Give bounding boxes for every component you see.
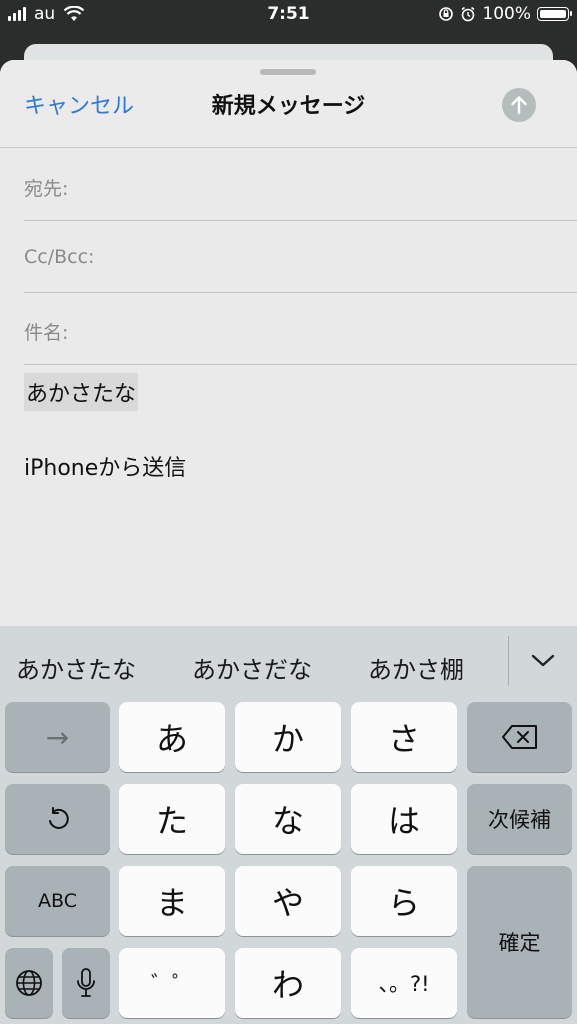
battery-icon	[537, 7, 572, 21]
to-label: 宛先:	[24, 178, 69, 200]
candidate-item[interactable]: あかさだな	[192, 650, 312, 685]
key-label: ABC	[38, 890, 77, 912]
undo-key[interactable]	[5, 784, 110, 854]
key-label: あ	[155, 720, 188, 758]
cc-bcc-field[interactable]: Cc/Bcc:	[24, 220, 577, 293]
arrow-key[interactable]: →	[5, 702, 110, 772]
globe-icon	[16, 970, 42, 996]
dakuten-key[interactable]: ゛゜	[119, 948, 225, 1018]
abc-key[interactable]: ABC	[5, 866, 110, 936]
candidate-item[interactable]: あかさたな	[16, 650, 136, 685]
key-label: わ	[271, 966, 304, 1004]
key-label: 確定	[498, 931, 541, 955]
candidate-bar: あかさたな あかさだな あかさ棚	[0, 626, 577, 698]
microphone-icon	[77, 968, 95, 997]
key-label: や	[271, 884, 304, 922]
key-label: ら	[387, 884, 420, 922]
key-label: な	[271, 802, 304, 840]
cc-bcc-label: Cc/Bcc:	[24, 246, 95, 268]
chevron-down-icon[interactable]	[530, 650, 556, 670]
cancel-button[interactable]: キャンセル	[24, 88, 134, 120]
key-ma[interactable]: ま	[119, 866, 225, 936]
microphone-key[interactable]	[62, 948, 110, 1018]
send-button[interactable]	[502, 88, 536, 122]
signature-text: iPhoneから送信	[24, 456, 187, 481]
key-ha[interactable]: は	[351, 784, 457, 854]
key-label: は	[387, 802, 420, 840]
undo-icon	[48, 807, 69, 829]
subject-field[interactable]: 件名:	[24, 292, 577, 365]
message-body-input[interactable]: あかさたな	[24, 373, 139, 411]
key-a[interactable]: あ	[119, 702, 225, 772]
orientation-lock-icon	[439, 7, 454, 21]
key-label: さ	[387, 720, 420, 758]
key-wa[interactable]: わ	[235, 948, 341, 1018]
arrow-up-icon	[511, 96, 527, 115]
arrow-key-label: →	[45, 720, 70, 754]
keyboard: あかさたな あかさだな あかさ棚 → あ か さ た な は 次候補 ABC ま…	[0, 626, 577, 1024]
globe-key[interactable]	[5, 948, 53, 1018]
punctuation-key[interactable]: 、。?!	[351, 948, 457, 1018]
key-label: ゛゜	[151, 972, 193, 996]
confirm-key[interactable]: 確定	[467, 866, 572, 1018]
delete-icon	[501, 725, 537, 749]
key-label: 、。?!	[378, 972, 430, 996]
next-candidate-key[interactable]: 次候補	[467, 784, 572, 854]
delete-key[interactable]	[467, 702, 572, 772]
status-bar: au 7:51 100%	[0, 0, 577, 30]
key-ta[interactable]: た	[119, 784, 225, 854]
key-na[interactable]: な	[235, 784, 341, 854]
sheet-grabber[interactable]	[260, 69, 316, 75]
candidate-divider	[508, 636, 509, 686]
key-ka[interactable]: か	[235, 702, 341, 772]
compose-nav-bar: 新規メッセージ キャンセル	[0, 60, 577, 148]
to-field[interactable]: 宛先:	[24, 148, 577, 221]
key-ya[interactable]: や	[235, 866, 341, 936]
key-label: た	[155, 802, 188, 840]
key-label: 次候補	[488, 808, 551, 832]
key-label: ま	[155, 884, 188, 922]
battery-percent: 100%	[482, 4, 531, 24]
key-sa[interactable]: さ	[351, 702, 457, 772]
candidate-item[interactable]: あかさ棚	[368, 650, 464, 685]
key-ra[interactable]: ら	[351, 866, 457, 936]
subject-label: 件名:	[24, 322, 69, 344]
key-label: か	[271, 720, 304, 758]
status-right: 100%	[438, 4, 572, 24]
alarm-icon	[461, 6, 475, 22]
